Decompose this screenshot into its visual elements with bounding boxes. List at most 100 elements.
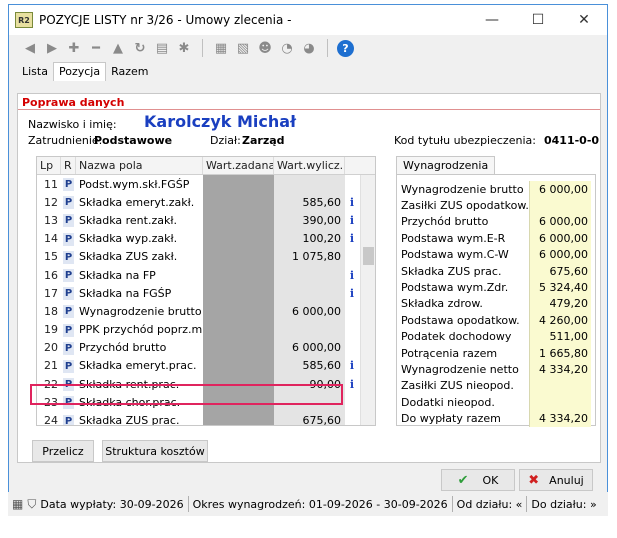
tab-razem[interactable]: Razem [106,63,153,81]
info-icon[interactable]: i [345,378,359,391]
row-wart-zadana[interactable] [203,211,274,230]
report-icon[interactable]: ▦ [212,39,230,57]
row-type-badge: P [63,287,74,301]
list-item: Przychód brutto 6 000,00 [401,213,591,231]
cancel-button[interactable]: ✖ Anuluj [519,469,593,491]
row-type: P [61,304,76,319]
wynagrodzenia-value: 1 665,80 [529,344,591,362]
info-icon[interactable]: i [345,214,359,227]
wynagrodzenia-label: Podstawa wym.Zdr. [401,281,509,295]
row-wart-zadana[interactable] [203,175,274,194]
row-wart-zadana[interactable] [203,247,274,266]
row-wart-wylicz: 6 000,00 [274,302,345,321]
warning-icon[interactable]: ▲ [109,39,127,57]
row-wart-zadana[interactable] [203,229,274,248]
row-lp: 17 [44,286,58,300]
row-wart-zadana[interactable] [203,411,274,425]
row-wart-wylicz: 675,60 [274,411,345,425]
row-name: Składka na FGŚP [79,286,172,300]
status-divider [451,496,453,512]
table-row[interactable]: 21 P Składka emeryt.prac. 585,60 i [37,356,375,376]
info-icon[interactable]: i [345,287,359,300]
list-item: Zasiłki ZUS opodatkow. [401,197,591,214]
table-icon[interactable]: ▦ [12,497,23,511]
row-wart-wylicz: 6 000,00 [274,338,345,357]
minimize-button[interactable]: — [469,5,515,35]
info-icon[interactable]: i [345,232,359,245]
employment-label: Zatrudnienie: [28,134,103,147]
row-wart-zadana[interactable] [203,302,274,321]
row-type-badge: P [63,359,74,373]
settings-icon[interactable]: ✱ [175,39,193,57]
wynagrodzenia-label: Składka zdrow. [401,297,483,311]
row-type-badge: P [63,250,74,264]
table-row[interactable]: 17 P Składka na FGŚP i [37,284,375,303]
next-icon[interactable]: ▶ [43,39,61,57]
table-row[interactable]: 24 P Składka ZUS prac. 675,60 [37,411,375,425]
row-type: P [61,323,76,337]
przelicz-button[interactable]: Przelicz [32,440,94,462]
table-row[interactable]: 12 P Składka emeryt.zakł. 585,60 i [37,193,375,212]
refresh-icon[interactable]: ↻ [131,39,149,57]
print-icon[interactable]: ▤ [153,39,171,57]
close-button[interactable]: ✕ [561,5,607,35]
check-icon: ✔ [457,472,469,488]
wynagrodzenia-value: 4 334,20 [529,410,591,427]
table-row[interactable]: 14 P Składka wyp.zakł. 100,20 i [37,229,375,248]
info-icon[interactable]: i [345,196,359,209]
table-row[interactable]: 18 P Wynagrodzenie brutto 6 000,00 [37,302,375,321]
table-row[interactable]: 15 P Składka ZUS zakł. 1 075,80 [37,247,375,266]
struktura-kosztow-button[interactable]: Struktura kosztów [102,440,208,462]
history-icon[interactable]: ◔ [278,39,296,57]
info-icon[interactable]: i [345,359,359,372]
column-header[interactable]: R [61,157,76,174]
wynagrodzenia-list: Wynagrodzenie brutto 6 000,00 Zasiłki ZUS … [401,181,591,427]
row-type: P [61,268,76,283]
column-header[interactable]: Nazwa pola [76,157,203,174]
users-icon[interactable]: ☻ [256,39,274,57]
row-wart-zadana[interactable] [203,265,274,285]
maximize-button[interactable]: ☐ [515,5,561,35]
toolbar-separator [202,39,203,57]
list-item: Podatek dochodowy 511,00 [401,328,591,345]
row-name: Składka emeryt.zakł. [79,195,195,209]
column-header[interactable]: Wart.zadana [203,157,274,174]
wynagrodzenia-label: Podstawa wym.C-W [401,248,509,262]
grid-scrollbar[interactable] [360,175,375,425]
row-wart-zadana[interactable] [203,284,274,303]
report2-icon[interactable]: ▧ [234,39,252,57]
remove-icon[interactable]: ━ [87,39,105,57]
table-row[interactable]: 11 P Podst.wym.skł.FGŚP [37,175,375,194]
wynagrodzenia-label: Zasiłki ZUS opodatkow. [401,199,529,213]
row-lp: 16 [44,268,58,282]
add-icon[interactable]: ✚ [65,39,83,57]
row-wart-zadana[interactable] [203,320,274,339]
row-name: Podst.wym.skł.FGŚP [79,177,190,191]
history2-icon[interactable]: ◕ [300,39,318,57]
tab-lista[interactable]: Lista [17,63,53,81]
column-header[interactable]: Lp [37,157,61,174]
info-icon[interactable]: i [345,269,359,282]
row-wart-zadana[interactable] [203,338,274,357]
column-header[interactable]: Wart.wylicz. [274,157,345,174]
table-row[interactable]: 19 P PPK przychód poprz.mies. [37,320,375,339]
wynagrodzenia-label: Podstawa opodatkow. [401,313,520,327]
ok-button[interactable]: ✔ OK [441,469,515,491]
list-item: Wynagrodzenie brutto 6 000,00 [401,181,591,198]
row-wart-zadana[interactable] [203,193,274,212]
table-row[interactable]: 13 P Składka rent.zakł. 390,00 i [37,211,375,230]
table-row[interactable]: 16 P Składka na FP i [37,265,375,285]
status-divider [187,496,189,512]
row-name: Składka na FP [79,268,156,282]
tab-wynagrodzenia[interactable]: Wynagrodzenia [396,156,496,174]
first-icon[interactable]: ◀ [21,39,39,57]
tab-pozycja[interactable]: Pozycja [52,62,107,81]
help-icon[interactable]: ? [337,39,354,57]
row-wart-zadana[interactable] [203,356,274,376]
toolbar-separator [327,39,328,57]
department-value: Zarząd [242,134,285,147]
filter-icon[interactable]: ⛉ [27,497,36,512]
list-item: Podstawa wym.Zdr. 5 324,40 [401,279,591,296]
scrollbar-thumb[interactable] [363,247,374,265]
table-row[interactable]: 20 P Przychód brutto 6 000,00 [37,338,375,357]
